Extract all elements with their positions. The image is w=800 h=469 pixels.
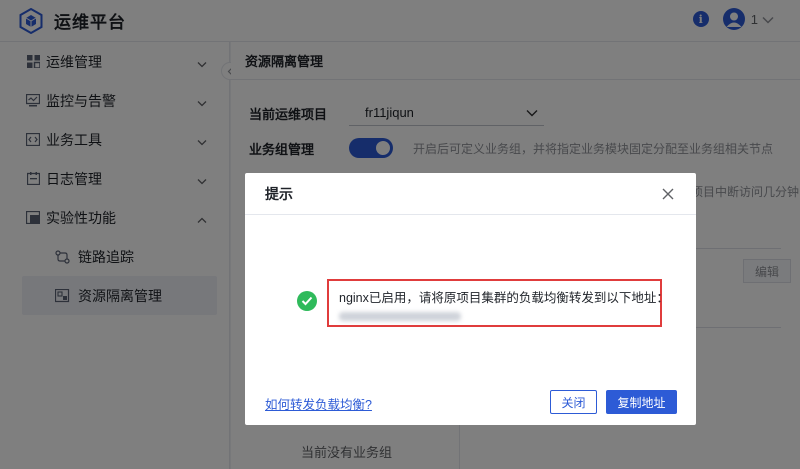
help-link[interactable]: 如何转发负载均衡? [265,394,372,413]
dialog-message: nginx已启用，请将原项目集群的负载均衡转发到以下地址： [339,291,669,305]
close-button[interactable]: 关闭 [550,390,597,414]
dialog-title: 提示 [265,185,293,202]
prompt-dialog: 提示 nginx已启用，请将原项目集群的负载均衡转发到以下地址： 如何转发负载均… [245,173,696,425]
message-box: nginx已启用，请将原项目集群的负载均衡转发到以下地址： [327,279,669,327]
close-icon[interactable] [660,186,676,202]
check-circle-icon [297,291,317,311]
copy-address-button[interactable]: 复制地址 [606,390,677,414]
redacted-address [339,312,461,321]
